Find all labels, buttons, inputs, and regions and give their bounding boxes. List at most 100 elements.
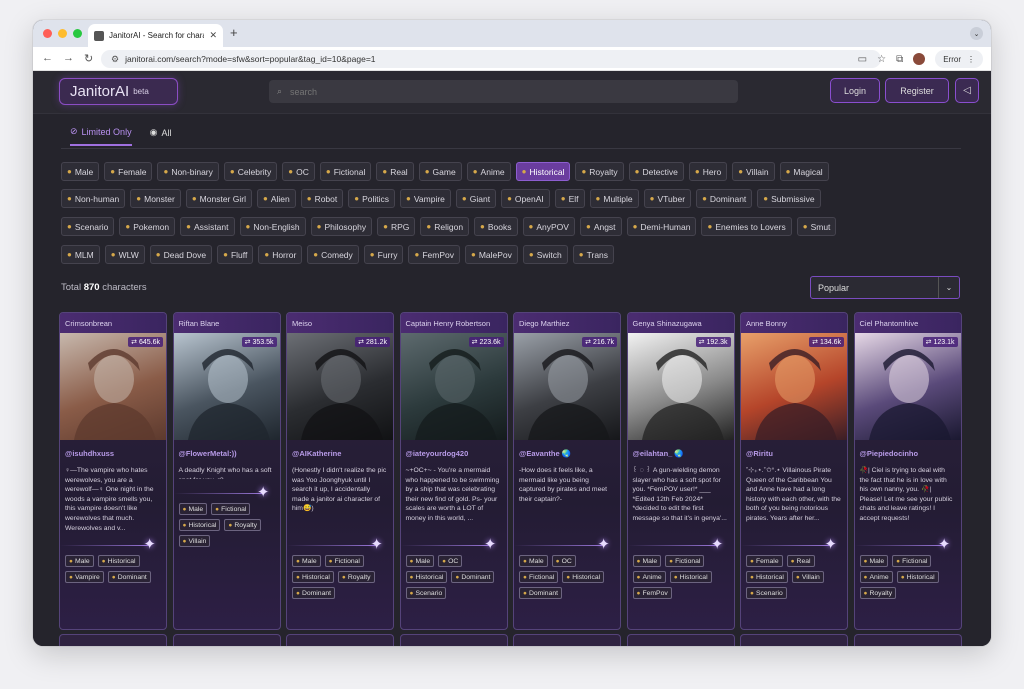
tag-magical[interactable]: ● Magical — [779, 162, 829, 181]
character-card-next-row[interactable] — [172, 634, 281, 646]
character-card[interactable]: Crimsonbrean ⇄ 645.6k @isuhdhxuss ♀—The … — [59, 312, 167, 630]
tag-malepov[interactable]: ● MalePov — [464, 245, 518, 264]
tag-furry[interactable]: ● Furry — [363, 245, 404, 264]
address-bar[interactable]: ⚙ janitorai.com/search?mode=sfw&sort=pop… — [101, 50, 881, 68]
bookmark-star-icon[interactable]: ☆ — [877, 54, 886, 65]
character-author[interactable]: @Eavanthe 🌏 — [514, 440, 620, 458]
tag-dominant[interactable]: ● Dominant — [696, 189, 753, 208]
tag-monster-girl[interactable]: ● Monster Girl — [185, 189, 252, 208]
tag-monster[interactable]: ● Monster — [130, 189, 181, 208]
tag-hero[interactable]: ● Hero — [688, 162, 728, 181]
tag-non-binary[interactable]: ● Non-binary — [157, 162, 219, 181]
tag-fictional[interactable]: ● Fictional — [319, 162, 372, 181]
register-button[interactable]: Register — [885, 78, 949, 103]
error-button[interactable]: Error ⋮ — [935, 50, 983, 68]
tag-assistant[interactable]: ● Assistant — [180, 217, 235, 236]
character-card-next-row[interactable] — [399, 634, 508, 646]
tab-limited-only[interactable]: ⊘ Limited Only — [70, 126, 132, 146]
character-card[interactable]: Ciel Phantomhive ⇄ 123.1k @Piepiedocinho… — [853, 312, 962, 630]
character-author[interactable]: @eilahtan_ 🌏 — [628, 440, 734, 458]
tag-angst[interactable]: ● Angst — [579, 217, 622, 236]
tag-celebrity[interactable]: ● Celebrity — [223, 162, 278, 181]
tab-list-chevron-icon[interactable]: ⌄ — [970, 27, 983, 40]
tag-game[interactable]: ● Game — [418, 162, 462, 181]
tag-submissive[interactable]: ● Submissive — [757, 189, 821, 208]
tag-comedy[interactable]: ● Comedy — [307, 245, 359, 264]
tag-dead-dove[interactable]: ● Dead Dove — [149, 245, 213, 264]
maximize-window-button[interactable] — [73, 29, 82, 38]
tag-elf[interactable]: ● Elf — [554, 189, 585, 208]
browser-tab[interactable]: JanitorAI - Search for charac ✕ — [88, 24, 223, 47]
tag-robot[interactable]: ● Robot — [300, 189, 344, 208]
profile-avatar[interactable] — [913, 53, 926, 65]
tag-philosophy[interactable]: ● Philosophy — [310, 217, 373, 236]
tag-trans[interactable]: ● Trans — [572, 245, 615, 264]
tag-switch[interactable]: ● Switch — [522, 245, 568, 264]
character-author[interactable]: @iateyourdog420 — [401, 440, 507, 458]
tag-oc[interactable]: ● OC — [282, 162, 315, 181]
tag-pokemon[interactable]: ● Pokemon — [119, 217, 176, 236]
tag-horror[interactable]: ● Horror — [258, 245, 303, 264]
tab-all[interactable]: ◉ All — [150, 126, 172, 146]
tag-demi-human[interactable]: ● Demi-Human — [626, 217, 697, 236]
tag-anime[interactable]: ● Anime — [466, 162, 511, 181]
character-author[interactable]: @Piepiedocinho — [855, 440, 961, 458]
character-card-next-row[interactable] — [59, 634, 167, 646]
tag-openai[interactable]: ● OpenAI — [501, 189, 550, 208]
character-author[interactable]: @Riritu — [741, 440, 847, 458]
tag-historical[interactable]: ● Historical — [515, 162, 571, 181]
character-card-next-row[interactable] — [853, 634, 962, 646]
megaphone-icon[interactable]: ◁ — [955, 78, 979, 103]
tag-rpg[interactable]: ● RPG — [377, 217, 416, 236]
tag-vampire[interactable]: ● Vampire — [400, 189, 451, 208]
tag-scenario[interactable]: ● Scenario — [61, 217, 115, 236]
character-card[interactable]: Diego Marthiez ⇄ 216.7k @Eavanthe 🌏 -How… — [513, 312, 621, 630]
tag-female[interactable]: ● Female — [104, 162, 153, 181]
character-card-next-row[interactable] — [740, 634, 848, 646]
tag-religon[interactable]: ● Religon — [420, 217, 470, 236]
login-button[interactable]: Login — [830, 78, 880, 103]
tag-fluff[interactable]: ● Fluff — [217, 245, 254, 264]
site-settings-icon[interactable]: ⚙ — [111, 54, 119, 65]
tag-politics[interactable]: ● Politics — [348, 189, 396, 208]
tag-detective[interactable]: ● Detective — [628, 162, 684, 181]
character-card-next-row[interactable] — [513, 634, 621, 646]
tag-vtuber[interactable]: ● VTuber — [643, 189, 692, 208]
character-author[interactable]: @AIKatherine — [287, 440, 393, 458]
character-card[interactable]: Meiso ⇄ 281.2k @AIKatherine (Honestly I … — [286, 312, 394, 630]
forward-arrow-icon[interactable]: → — [63, 52, 74, 64]
minimize-window-button[interactable] — [58, 29, 67, 38]
character-card-next-row[interactable] — [626, 634, 735, 646]
tag-real[interactable]: ● Real — [376, 162, 414, 181]
tab-close-icon[interactable]: ✕ — [209, 30, 217, 41]
new-tab-button[interactable]: + — [230, 25, 238, 40]
close-window-button[interactable] — [43, 29, 52, 38]
cast-icon[interactable]: ▭ — [858, 54, 867, 65]
tag-non-english[interactable]: ● Non-English — [239, 217, 306, 236]
character-author[interactable]: @FlowerMetal:)) — [174, 440, 280, 458]
tag-smut[interactable]: ● Smut — [796, 217, 837, 236]
tag-mlm[interactable]: ● MLM — [61, 245, 100, 264]
tag-anypov[interactable]: ● AnyPOV — [522, 217, 575, 236]
tag-enemies-to-lovers[interactable]: ● Enemies to Lovers — [701, 217, 792, 236]
character-card[interactable]: Captain Henry Robertson ⇄ 223.6k @iateyo… — [399, 312, 508, 630]
character-card[interactable]: Anne Bonny ⇄ 134.6k @Riritu ˚⊹₊⋆.˚✩°.⋆ V… — [740, 312, 848, 630]
back-arrow-icon[interactable]: ← — [42, 52, 53, 64]
tag-alien[interactable]: ● Alien — [256, 189, 296, 208]
sort-select[interactable]: Popular ⌄ — [810, 276, 960, 299]
character-author[interactable]: @isuhdhxuss — [60, 440, 166, 458]
tag-villain[interactable]: ● Villain — [732, 162, 775, 181]
tag-books[interactable]: ● Books — [474, 217, 518, 236]
tag-male[interactable]: ● Male — [61, 162, 100, 181]
site-logo[interactable]: JanitorAI beta — [59, 78, 178, 105]
character-card[interactable]: Genya Shinazugawa ⇄ 192.3k @eilahtan_ 🌏 … — [626, 312, 735, 630]
tag-multiple[interactable]: ● Multiple — [589, 189, 639, 208]
tag-non-human[interactable]: ● Non-human — [61, 189, 126, 208]
reload-icon[interactable]: ↻ — [84, 52, 93, 65]
search-input[interactable] — [290, 86, 691, 97]
tag-fempov[interactable]: ● FemPov — [408, 245, 460, 264]
character-card[interactable]: Riftan Blane ⇄ 353.5k @FlowerMetal:)) A … — [172, 312, 281, 630]
character-card-next-row[interactable] — [286, 634, 394, 646]
tag-giant[interactable]: ● Giant — [455, 189, 497, 208]
extensions-puzzle-icon[interactable]: ⧉ — [896, 54, 903, 65]
